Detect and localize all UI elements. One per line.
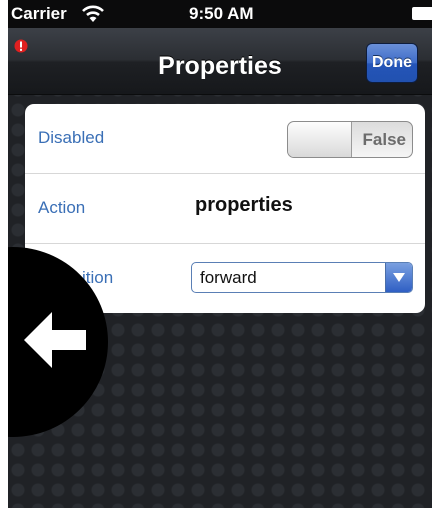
status-time: 9:50 AM xyxy=(189,4,254,23)
transition-select[interactable]: forward xyxy=(191,262,413,293)
disabled-toggle[interactable]: False xyxy=(287,121,413,158)
action-label: Action xyxy=(38,198,86,217)
disabled-row: Disabled False xyxy=(25,104,425,173)
chevron-down-icon[interactable] xyxy=(385,263,412,292)
device-screen: Carrier 9:50 AM Properties Done Disabled… xyxy=(8,0,432,508)
status-bar: Carrier 9:50 AM xyxy=(8,0,432,28)
action-row: Action properties xyxy=(25,173,425,243)
battery-icon xyxy=(412,7,432,20)
carrier-label: Carrier xyxy=(11,4,67,23)
done-button[interactable]: Done xyxy=(366,43,418,83)
toggle-state-label: False xyxy=(362,130,406,149)
navigation-bar: Properties Done xyxy=(8,28,432,95)
toggle-knob[interactable] xyxy=(288,122,352,157)
left-arrow-icon[interactable] xyxy=(22,309,88,371)
transition-select-value: forward xyxy=(200,268,257,287)
wifi-icon xyxy=(82,5,104,22)
disabled-label: Disabled xyxy=(38,128,105,147)
action-value: properties xyxy=(195,194,293,216)
